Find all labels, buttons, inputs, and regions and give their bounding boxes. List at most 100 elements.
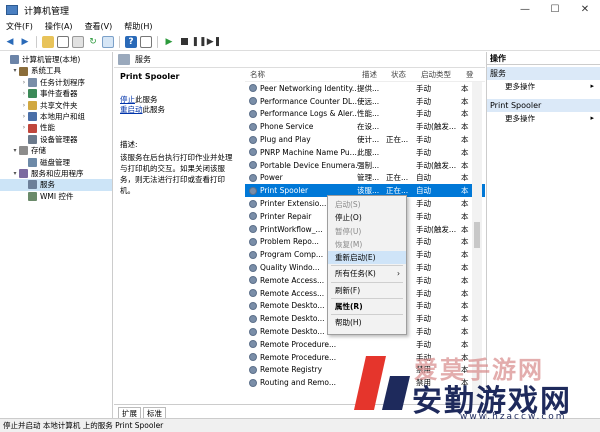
tree-item[interactable]: 计算机管理(本地) — [0, 54, 112, 65]
close-button[interactable]: ✕ — [570, 0, 600, 20]
tree-item[interactable]: › 共享文件夹 — [0, 100, 112, 111]
more-actions-print-spooler[interactable]: 更多操作 ▸ — [487, 112, 600, 125]
service-row[interactable]: Performance Counter DL... 使远... 手动本 — [245, 95, 485, 108]
context-menu-item[interactable]: 刷新(F) — [328, 284, 406, 297]
toolbar-separator — [36, 35, 37, 48]
toolbar-separator — [157, 35, 158, 48]
tree-item[interactable]: 服务 — [0, 179, 112, 191]
maximize-button[interactable]: ☐ — [540, 0, 570, 20]
service-row[interactable]: PNRP Machine Name Pu... 此服... 手动本 — [245, 146, 485, 159]
context-menu-label: 恢复(M) — [335, 239, 363, 249]
tree-expand-icon[interactable]: › — [20, 88, 28, 99]
gear-icon — [249, 237, 257, 246]
menu-action[interactable]: 操作(A) — [39, 21, 79, 32]
refresh-icon[interactable]: ↻ — [87, 36, 99, 48]
tree-item-label: 任务计划程序 — [40, 77, 85, 87]
context-menu-label: 刷新(F) — [335, 285, 361, 295]
tree-item[interactable]: › 事件查看器 — [0, 88, 112, 99]
service-row[interactable]: Remote Procedure... 手动本 — [245, 338, 485, 351]
pause-service-icon[interactable]: ❚❚ — [191, 36, 206, 48]
console-tree-icon[interactable] — [57, 35, 69, 48]
tree-expand-icon[interactable]: › — [20, 122, 28, 133]
service-name: Printer Repair — [260, 211, 312, 221]
restart-service-icon[interactable]: ▶❚ — [207, 36, 221, 48]
tree-item-label: 服务 — [40, 180, 55, 190]
start-service-icon[interactable]: ▶ — [163, 36, 175, 48]
service-name: Plug and Play — [260, 135, 311, 145]
service-row[interactable]: Power 管理... 正在... 自动本 — [245, 172, 485, 185]
tree-expand-icon[interactable]: › — [20, 77, 28, 88]
context-menu-item[interactable]: 帮助(H) — [328, 316, 406, 329]
minimize-button[interactable]: — — [510, 0, 540, 20]
tree-node-icon — [28, 89, 37, 99]
context-menu-label: 属性(R) — [335, 302, 363, 312]
menu-view[interactable]: 查看(V) — [79, 21, 119, 32]
stop-service-link[interactable]: 停止 — [120, 95, 135, 104]
help-icon[interactable]: ? — [125, 35, 137, 48]
tab-standard[interactable]: 标准 — [143, 407, 166, 418]
column-status[interactable]: 状态 — [386, 68, 416, 81]
column-logon[interactable]: 登 — [461, 68, 475, 81]
service-startup-type: 手动 — [416, 339, 431, 349]
tree-item[interactable]: ▾ 系统工具 — [0, 65, 112, 76]
scrollbar-thumb[interactable] — [474, 222, 480, 248]
tree-item[interactable]: › 任务计划程序 — [0, 77, 112, 88]
properties-icon[interactable] — [72, 35, 84, 48]
menu-help[interactable]: 帮助(H) — [118, 21, 158, 32]
services-header: 服务 — [114, 52, 485, 68]
tree-item[interactable]: 磁盘管理 — [0, 157, 112, 168]
tree-item[interactable]: ▾ 存储 — [0, 145, 112, 156]
tree-node-icon — [28, 180, 37, 190]
tree-item[interactable]: › 本地用户和组 — [0, 111, 112, 122]
tree-item[interactable]: 设备管理器 — [0, 134, 112, 145]
service-description: 性能... — [357, 109, 380, 119]
service-row[interactable]: Portable Device Enumera... 强制... 手动(触发... 本 — [245, 159, 485, 172]
service-row[interactable]: Peer Networking Identity... 提供... 手动本 — [245, 82, 485, 95]
context-menu-separator — [331, 265, 403, 267]
back-icon[interactable]: ◀ — [4, 36, 16, 48]
column-description[interactable]: 描述 — [357, 68, 386, 81]
restart-service-link[interactable]: 重启动 — [120, 105, 143, 114]
gear-icon — [249, 276, 257, 285]
service-startup-type: 手动 — [416, 135, 431, 145]
menu-file[interactable]: 文件(F) — [0, 21, 39, 32]
column-name[interactable]: 名称 — [245, 68, 357, 81]
column-startup-type[interactable]: 启动类型 — [416, 68, 461, 81]
context-menu-item[interactable]: 重新启动(E) — [328, 251, 406, 265]
service-startup-type: 手动(触发... — [416, 160, 457, 170]
tab-extended[interactable]: 扩展 — [118, 407, 141, 418]
service-startup-type: 手动 — [416, 96, 431, 106]
tree-expand-icon[interactable]: ▾ — [11, 65, 19, 76]
tree-item[interactable]: › 性能 — [0, 122, 112, 133]
tree-item[interactable]: WMI 控件 — [0, 191, 112, 202]
actions-section-services[interactable]: 服务 — [487, 67, 600, 80]
tree-item-label: 服务和应用程序 — [31, 168, 84, 178]
more-actions-services[interactable]: 更多操作 ▸ — [487, 80, 600, 93]
service-startup-type: 手动(触发... — [416, 224, 457, 234]
tree-item[interactable]: ▾ 服务和应用程序 — [0, 168, 112, 179]
service-description-pane: Print Spooler 停止此服务 重启动此服务 描述: 该服务在后台执行打… — [114, 68, 245, 404]
context-menu-item[interactable]: 属性(R) — [328, 300, 406, 313]
show-hide-icon[interactable] — [140, 35, 152, 48]
service-startup-type: 手动 — [416, 314, 431, 324]
actions-section-print-spooler[interactable]: Print Spooler — [487, 99, 600, 112]
service-name: Remote Procedure... — [260, 339, 337, 349]
context-menu-item[interactable]: 所有任务(K) › — [328, 267, 406, 280]
stop-service-icon[interactable] — [178, 36, 190, 48]
service-name: Printer Extensio... — [260, 199, 327, 209]
export-icon[interactable] — [102, 35, 114, 48]
tree-expand-icon[interactable]: › — [20, 111, 28, 122]
service-row[interactable]: Performance Logs & Aler... 性能... 手动本 — [245, 108, 485, 121]
forward-icon[interactable]: ▶ — [19, 36, 31, 48]
folder-icon[interactable] — [42, 35, 54, 48]
service-row[interactable]: Phone Service 在设... 手动(触发... 本 — [245, 120, 485, 133]
service-name: Print Spooler — [260, 186, 309, 196]
tree-item-label: WMI 控件 — [40, 191, 74, 201]
tree-expand-icon[interactable]: ▾ — [11, 168, 19, 179]
service-row[interactable]: Plug and Play 使计... 正在... 手动本 — [245, 133, 485, 146]
tree-expand-icon[interactable]: › — [20, 100, 28, 111]
toolbar: ◀ ▶ ↻ ? ▶ ❚❚ ▶❚ — [0, 33, 600, 51]
tree-expand-icon[interactable]: ▾ — [11, 145, 19, 156]
service-name: PrintWorkflow_... — [260, 224, 323, 234]
context-menu-item[interactable]: 停止(O) — [328, 211, 406, 224]
